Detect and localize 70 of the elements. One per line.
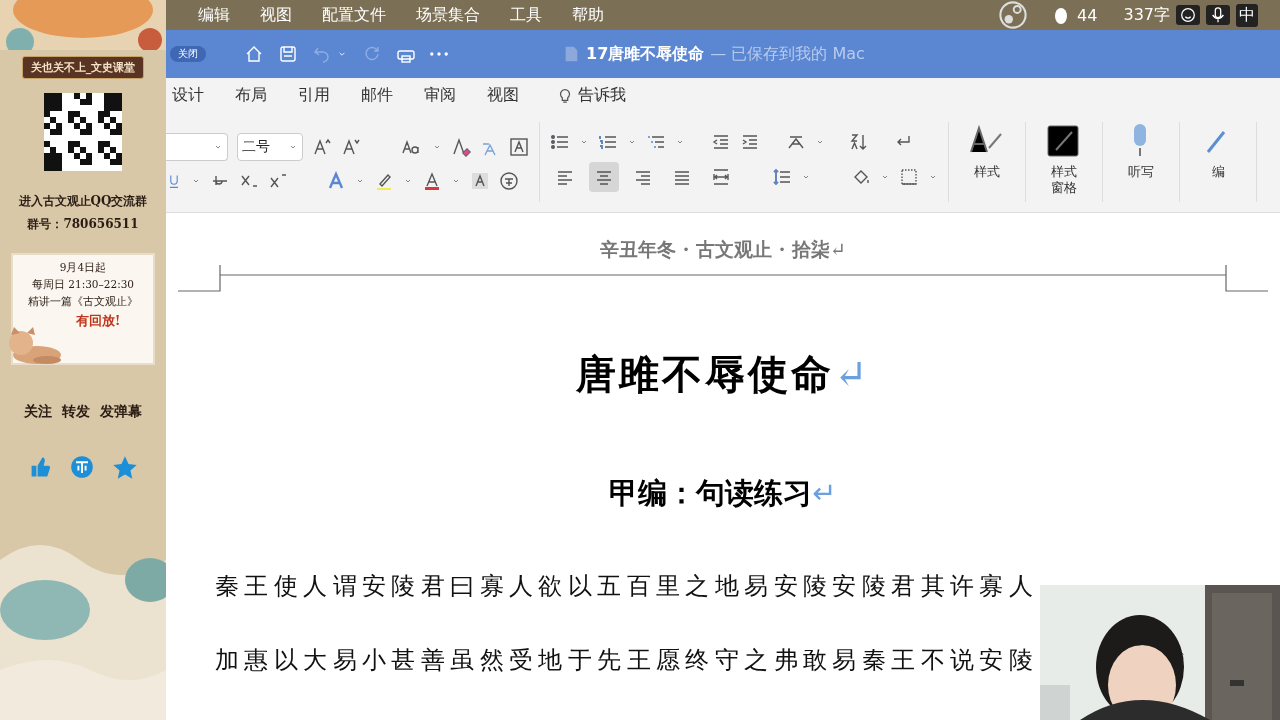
group-number-text: 群号：780656511 xyxy=(27,216,139,233)
group-invite-text: 进入古文观止QQ交流群 xyxy=(18,193,148,210)
input-method-indicator[interactable]: 中 xyxy=(1236,3,1258,27)
borders-icon[interactable] xyxy=(899,167,919,187)
font-color-icon[interactable] xyxy=(422,171,442,191)
highlighter-icon[interactable] xyxy=(374,171,394,191)
font-brush-icon xyxy=(970,124,1002,153)
smiley-icon xyxy=(1179,6,1197,24)
clear-format-icon[interactable] xyxy=(451,137,471,157)
close-button[interactable]: 关闭 xyxy=(170,46,206,62)
microphone-icon[interactable] xyxy=(1206,5,1230,25)
menu-item[interactable]: 帮助 xyxy=(572,4,604,26)
actions-caption: 关注 转发 发弹幕 xyxy=(24,403,142,421)
save-status: — 已保存到我的 Mac xyxy=(710,43,865,65)
section-heading: 甲编：句读练习↵ xyxy=(609,475,837,512)
character-shading-icon[interactable] xyxy=(470,171,490,191)
mic-shape-icon xyxy=(1209,6,1227,24)
star-icon[interactable] xyxy=(112,455,138,481)
text-effects-icon[interactable] xyxy=(326,171,346,191)
bullets-icon[interactable] xyxy=(550,132,570,152)
notification-count: 44 xyxy=(1077,5,1098,25)
ribbon-tab[interactable]: 邮件 xyxy=(361,82,393,108)
styles-pane-button[interactable]: 样式窗格 xyxy=(1026,122,1103,202)
sort-icon[interactable] xyxy=(849,132,869,152)
save-icon xyxy=(278,44,298,64)
styles-button[interactable]: 样式 xyxy=(949,122,1026,202)
replay-notice: 有回放! xyxy=(75,312,121,330)
pen-icon xyxy=(1206,131,1226,153)
increase-indent-icon[interactable] xyxy=(740,132,760,152)
shrink-font-icon[interactable] xyxy=(341,137,361,157)
menu-item[interactable]: 配置文件 xyxy=(322,4,386,26)
microphone-icon xyxy=(1134,124,1146,157)
ribbon-tab[interactable]: 布局 xyxy=(235,82,267,108)
coin-icon[interactable] xyxy=(70,455,94,479)
schedule-line: 精讲一篇《古文观止》 xyxy=(28,295,138,309)
schedule-line: 每周日 21:30–22:30 xyxy=(31,278,135,292)
align-center-button[interactable] xyxy=(589,162,619,192)
menu-item[interactable]: 视图 xyxy=(260,4,292,26)
menu-item[interactable]: 编辑 xyxy=(198,4,230,26)
channel-name-plaque: 关也关不上_文史课堂 xyxy=(21,56,145,79)
decrease-indent-icon[interactable] xyxy=(711,132,731,152)
home-button[interactable] xyxy=(244,44,264,64)
document-heading: 唐雎不辱使命↵ xyxy=(575,349,871,399)
more-icon xyxy=(430,52,448,56)
character-border-icon[interactable] xyxy=(509,137,529,157)
more-button[interactable] xyxy=(430,52,448,56)
edit-button[interactable]: 编 xyxy=(1180,122,1257,202)
ribbon-tab[interactable]: 设计 xyxy=(172,82,204,108)
ribbon-tab[interactable]: 视图 xyxy=(487,82,519,108)
menu-item[interactable]: 工具 xyxy=(510,4,542,26)
home-icon xyxy=(244,44,264,64)
document-title: 17唐雎不辱使命 xyxy=(586,43,705,65)
ribbon-tab[interactable]: 引用 xyxy=(298,82,330,108)
grow-font-icon[interactable] xyxy=(312,137,332,157)
body-text-line: 加惠以大易小甚善虽然受地于先王愿终守之弗敢易秦王不说安陵 xyxy=(215,645,1039,676)
enclose-character-icon[interactable] xyxy=(499,171,519,191)
page-header-text: 辛丑年冬 · 古文观止 · 拾柒↵ xyxy=(600,237,846,262)
line-spacing-icon[interactable] xyxy=(772,167,792,187)
emoji-icon[interactable] xyxy=(1176,5,1200,25)
font-size-field[interactable]: 二号 xyxy=(237,133,303,161)
schedule-line: 9月4日起 xyxy=(59,261,107,275)
word-count: 337字 xyxy=(1123,4,1170,26)
ribbon-tab[interactable]: 审阅 xyxy=(424,82,456,108)
save-button[interactable] xyxy=(278,44,298,64)
body-text-line: 秦王使人谓安陵君曰寡人欲以五百里之地易安陵安陵君其许寡人 xyxy=(215,571,1039,602)
dictate-button[interactable]: 听写 xyxy=(1103,122,1180,202)
tell-me-button[interactable]: 告诉我 xyxy=(550,83,632,107)
font-name-field[interactable] xyxy=(166,133,228,161)
align-distributed-icon xyxy=(711,167,731,187)
menu-item[interactable]: 场景集合 xyxy=(416,4,480,26)
